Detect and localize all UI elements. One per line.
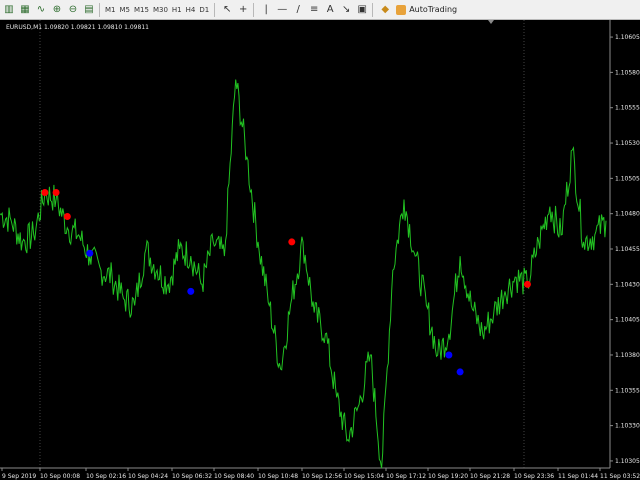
arrow-icon[interactable]: ↘ (339, 2, 353, 18)
main-toolbar: ▥ ▦ ∿ ⊕ ⊖ ▤ M1 M5 M15 M30 H1 H4 D1 ↖ + |… (0, 0, 640, 20)
y-tick-label: 1.10405 (615, 317, 640, 324)
chart-line-icon[interactable]: ∿ (34, 2, 48, 18)
chart-candle-icon[interactable]: ▦ (18, 2, 32, 18)
timeframe-m5[interactable]: M5 (118, 6, 133, 14)
x-tick-label: 10 Sep 08:40 (214, 473, 254, 480)
x-tick-label: 10 Sep 17:12 (386, 473, 426, 480)
symbol-info: EURUSD,M1 1.09820 1.09821 1.09810 1.0981… (6, 24, 149, 31)
sell-signal-dot (445, 351, 453, 359)
x-tick-label: 10 Sep 12:56 (302, 473, 342, 480)
autotrading-button[interactable]: AutoTrading (396, 4, 458, 15)
price-chart[interactable]: EURUSD,M1 1.09820 1.09821 1.09810 1.0981… (0, 20, 640, 480)
vertical-line-icon[interactable]: | (259, 2, 273, 18)
y-tick-label: 1.10605 (615, 34, 640, 41)
y-tick-label: 1.10505 (615, 175, 640, 182)
sell-signal-dot (456, 368, 464, 376)
x-tick-label: 11 Sep 01:44 (558, 473, 598, 480)
chart-bar-icon[interactable]: ▥ (2, 2, 16, 18)
trendline-icon[interactable]: / (291, 2, 305, 18)
x-tick-label: 10 Sep 21:28 (470, 473, 510, 480)
text-icon[interactable]: A (323, 2, 337, 18)
buy-signal-dot (63, 213, 71, 221)
x-tick-label: 11 Sep 03:52 (600, 473, 640, 480)
periods-icon[interactable]: ▣ (355, 2, 369, 18)
y-tick-label: 1.10580 (615, 69, 640, 76)
cursor-icon[interactable]: ↖ (220, 2, 234, 18)
x-tick-label: 9 Sep 2019 (2, 473, 36, 480)
timeframe-m1[interactable]: M1 (103, 6, 118, 14)
y-tick-label: 1.10355 (615, 387, 640, 394)
horizontal-line-icon[interactable]: — (275, 2, 289, 18)
sell-signal-dot (187, 287, 195, 295)
buy-signal-dot (52, 188, 60, 196)
y-tick-label: 1.10530 (615, 140, 640, 147)
expert-advisor-icon[interactable]: ◆ (378, 2, 392, 18)
x-tick-label: 10 Sep 06:32 (172, 473, 212, 480)
chart-canvas: EURUSD,M1 1.09820 1.09821 1.09810 1.0981… (0, 20, 640, 480)
zoom-out-icon[interactable]: ⊖ (66, 2, 80, 18)
x-tick-label: 10 Sep 15:04 (344, 473, 384, 480)
buy-signal-dot (41, 188, 49, 196)
buy-signal-dot (523, 280, 531, 288)
x-tick-label: 10 Sep 04:24 (128, 473, 168, 480)
timeframe-h1[interactable]: H1 (170, 6, 184, 14)
autotrading-label: AutoTrading (409, 5, 458, 14)
buy-signal-dot (288, 238, 296, 246)
y-tick-label: 1.10480 (615, 211, 640, 218)
toolbar-divider (214, 2, 216, 17)
chart-background (0, 20, 640, 480)
tile-windows-icon[interactable]: ▤ (82, 2, 96, 18)
sell-signal-dot (86, 249, 94, 257)
autotrading-icon (396, 4, 407, 15)
zoom-in-icon[interactable]: ⊕ (50, 2, 64, 18)
y-tick-label: 1.10380 (615, 352, 640, 359)
toolbar-divider (99, 2, 100, 17)
x-tick-label: 10 Sep 19:20 (428, 473, 468, 480)
timeframe-d1[interactable]: D1 (197, 6, 211, 14)
x-tick-label: 10 Sep 02:16 (86, 473, 126, 480)
timeframe-m15[interactable]: M15 (132, 6, 151, 14)
timeframe-h4[interactable]: H4 (184, 6, 198, 14)
x-tick-label: 10 Sep 00:08 (40, 473, 80, 480)
y-tick-label: 1.10430 (615, 281, 640, 288)
channel-icon[interactable]: ≡ (307, 2, 321, 18)
y-tick-label: 1.10455 (615, 246, 640, 253)
y-tick-label: 1.10305 (615, 458, 640, 465)
x-tick-label: 10 Sep 10:48 (258, 473, 298, 480)
toolbar-divider (253, 2, 255, 17)
toolbar-divider (372, 2, 374, 17)
x-tick-label: 10 Sep 23:36 (514, 473, 554, 480)
timeframe-m30[interactable]: M30 (151, 6, 170, 14)
crosshair-icon[interactable]: + (236, 2, 250, 18)
y-tick-label: 1.10555 (615, 105, 640, 112)
y-tick-label: 1.10330 (615, 423, 640, 430)
